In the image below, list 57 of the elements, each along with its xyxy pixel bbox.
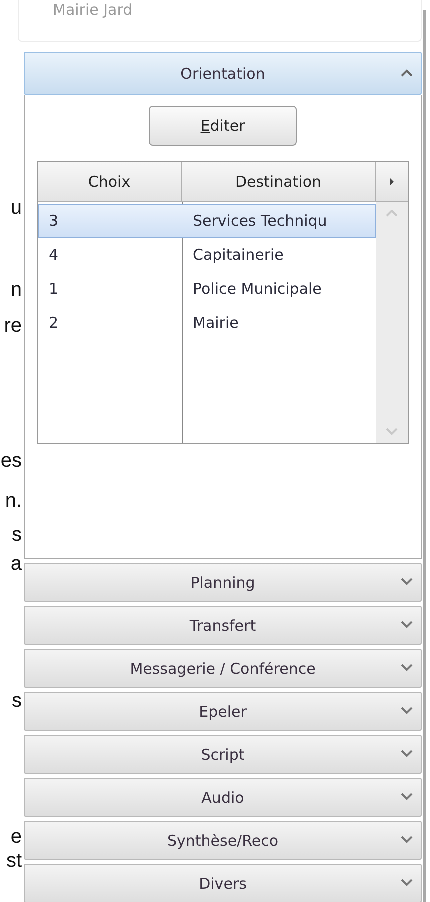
section-header[interactable]: Messagerie / Conférence [24, 649, 422, 688]
edit-button[interactable]: Editer [149, 106, 297, 146]
section-title: Orientation [180, 64, 266, 82]
text-fragment: re [4, 314, 22, 338]
section-header[interactable]: Transfert [24, 606, 422, 645]
column-header[interactable]: Destination [182, 162, 376, 202]
expand-chevron-icon [401, 836, 413, 844]
expand-chevron-icon [401, 706, 413, 714]
text-fragment: st [6, 849, 22, 873]
text-fragment: n [10, 278, 22, 302]
table-row[interactable]: 4 Capitainerie [38, 238, 376, 272]
table-row[interactable]: 3 Services Techniqu [38, 204, 376, 238]
expand-chevron-icon [401, 750, 413, 758]
table-cell-text: 2 [48, 313, 60, 334]
scroll-right-icon [389, 178, 395, 186]
column-header[interactable]: Choix [38, 162, 182, 202]
table-cell-text: 3 [48, 211, 60, 232]
section-header[interactable]: Script [24, 735, 422, 774]
expand-chevron-icon [401, 578, 413, 586]
table-cell-text: Mairie [192, 313, 240, 334]
text-fragment: s [12, 689, 22, 713]
table-cell-text: Services Techniqu [192, 211, 328, 232]
section-title: Script [201, 746, 245, 764]
section-title: Synthèse/Reco [167, 832, 279, 850]
text-fragment: n. [5, 489, 22, 513]
section-title: Messagerie / Conférence [130, 660, 316, 678]
text-fragment: u [10, 196, 22, 220]
scroll-down-icon [386, 428, 398, 435]
expand-chevron-icon [401, 620, 413, 628]
text-fragment: a [10, 552, 22, 576]
text-fragment: e [10, 825, 22, 849]
section-title: Audio [202, 788, 244, 806]
collapse-chevron-icon [401, 68, 413, 76]
table-cell-text: Police Municipale [192, 279, 323, 300]
section-header[interactable]: Orientation [24, 52, 422, 95]
table-cell-text: 1 [48, 279, 60, 300]
section-header[interactable]: Audio [24, 778, 422, 817]
table-row[interactable]: 2 Mairie [38, 306, 376, 340]
section-header[interactable]: Synthèse/Reco [24, 821, 422, 860]
table-cell-text: 4 [48, 245, 60, 266]
table-cell-text: Capitainerie [192, 245, 285, 266]
scrollbar[interactable] [376, 202, 408, 443]
scroll-up-icon [386, 210, 398, 217]
expand-chevron-icon [401, 664, 413, 672]
text-fragment: es [0, 449, 22, 473]
table-row[interactable]: 1 Police Municipale [38, 272, 376, 306]
expand-chevron-icon [401, 878, 413, 886]
text-fragment: s [12, 523, 22, 547]
section-title: Epeler [199, 702, 247, 720]
section-title: Planning [190, 574, 256, 592]
card-label: Mairie Jard [53, 1, 133, 19]
section-header[interactable]: Divers [24, 864, 422, 902]
section-header[interactable]: Epeler [24, 692, 422, 731]
section-title: Divers [199, 874, 247, 892]
expand-chevron-icon [401, 792, 413, 800]
section-header[interactable]: Planning [24, 563, 422, 602]
section-title: Transfert [190, 616, 256, 634]
